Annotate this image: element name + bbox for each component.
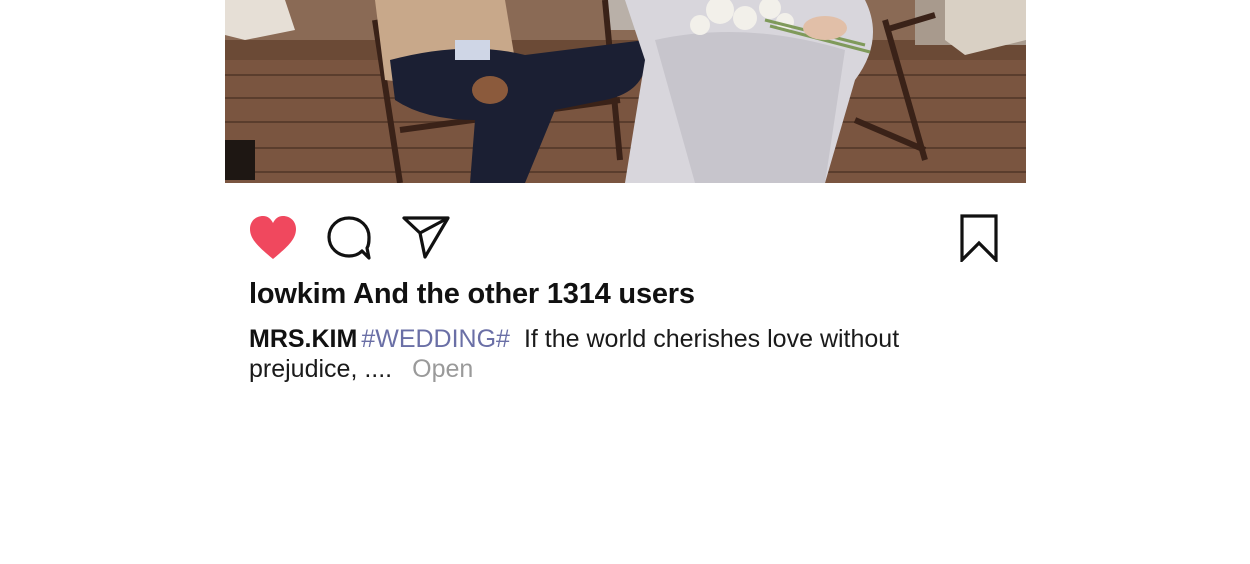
post-caption: MRS.KIM #WEDDING# If the world cherishes l… bbox=[249, 324, 949, 384]
paper-plane-icon[interactable] bbox=[401, 215, 451, 259]
caption-text-line2: prejudice, .... bbox=[249, 355, 393, 383]
comment-bubble-icon[interactable] bbox=[326, 215, 372, 261]
caption-text-line1: If the world cherishes love without bbox=[523, 325, 900, 353]
likes-count-text: And the other 1314 users bbox=[353, 278, 695, 310]
wedding-photo-illustration bbox=[225, 0, 1026, 183]
post-action-bar bbox=[225, 210, 1026, 266]
caption-hashtag[interactable]: #WEDDING# bbox=[361, 325, 510, 353]
post-card: lowkim And the other 1314 users MRS.KIM #W… bbox=[225, 0, 1026, 564]
likes-summary[interactable]: lowkim And the other 1314 users bbox=[249, 278, 702, 311]
caption-open-link[interactable]: Open bbox=[412, 355, 473, 383]
caption-author[interactable]: MRS.KIM bbox=[249, 325, 357, 353]
heart-icon[interactable] bbox=[248, 215, 298, 261]
post-photo[interactable] bbox=[225, 0, 1026, 183]
likes-user[interactable]: lowkim bbox=[249, 278, 346, 310]
bookmark-icon[interactable] bbox=[959, 214, 999, 262]
